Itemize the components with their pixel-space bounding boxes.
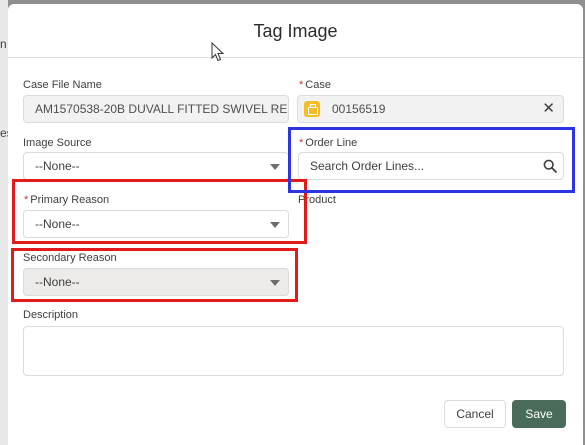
background-page: [0, 0, 8, 445]
image-source-select[interactable]: --None--: [23, 152, 289, 180]
order-line-highlight: [288, 127, 575, 193]
case-lookup-field[interactable]: 00156519 ✕: [297, 95, 564, 123]
modal-title: Tag Image: [253, 21, 338, 41]
secondary-reason-highlight: [11, 248, 298, 302]
description-label: Description: [23, 309, 79, 321]
save-button[interactable]: Save: [512, 400, 566, 428]
modal-header: Tag Image: [8, 4, 583, 58]
case-label-text: Case: [305, 79, 331, 91]
mouse-cursor-icon: [211, 42, 225, 62]
description-textarea[interactable]: [23, 326, 564, 376]
image-source-label: Image Source: [23, 137, 92, 149]
background-text: n: [0, 37, 7, 51]
primary-reason-highlight: [12, 179, 307, 244]
required-asterisk: *: [299, 79, 304, 91]
cancel-button[interactable]: Cancel: [444, 400, 506, 428]
case-file-name-label: Case File Name: [23, 79, 102, 91]
case-label: * Case: [299, 79, 331, 91]
case-value: 00156519: [332, 102, 386, 116]
case-file-name-field[interactable]: AM1570538-20B DUVALL FITTED SWIVEL RECLI…: [23, 95, 289, 123]
tag-image-modal: Tag Image Case File Name AM1570538-20B D…: [8, 4, 583, 445]
chevron-down-icon: [270, 164, 280, 170]
close-icon[interactable]: ✕: [542, 96, 555, 122]
case-icon: [304, 101, 320, 117]
image-source-value: --None--: [35, 159, 80, 173]
